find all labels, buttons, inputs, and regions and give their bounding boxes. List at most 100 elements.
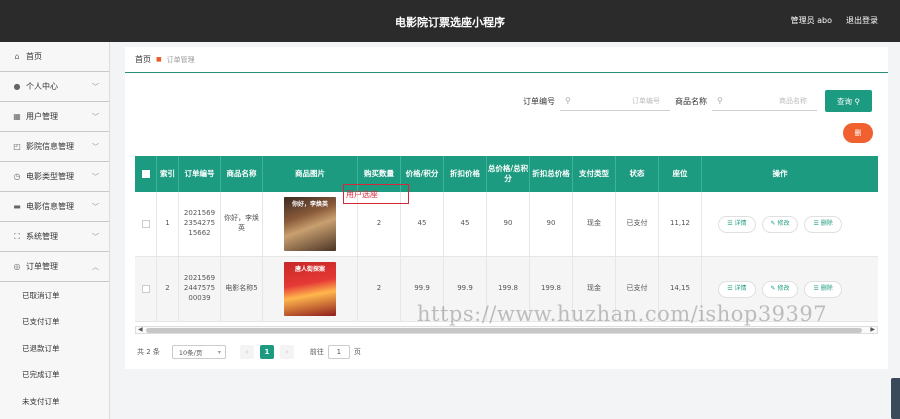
sidebar-item-home[interactable]: ⌂ 首页 [0, 42, 109, 72]
table-row: 1 2021569235427515662 你好，李焕英 你好，李焕英 2 45… [135, 192, 878, 257]
th-total: 总价格/总积分 [487, 156, 530, 192]
product-name-input[interactable]: ⚲ 商品名称 [712, 91, 817, 111]
delete-icon: ☰ [813, 219, 819, 227]
home-icon: ⌂ [14, 52, 20, 61]
sidebar-item-movie-info[interactable]: ▬ 电影信息管理 ﹀ [0, 192, 109, 222]
edit-button[interactable]: ✎ 修改 [761, 280, 799, 298]
row-checkbox[interactable] [135, 257, 157, 321]
prev-page-button[interactable]: ‹ [239, 345, 254, 359]
th-actions: 操作 [772, 168, 788, 178]
delete-icon: ☰ [813, 284, 819, 292]
chevron-up-icon: ︿ [92, 262, 99, 271]
sidebar-subitem-refunded[interactable]: 已退款订单 [0, 335, 109, 362]
cell-qty: 2 [358, 257, 401, 321]
delete-button[interactable]: ☰ 删除 [804, 215, 842, 233]
cell-image: 唐人街探案 [263, 257, 358, 321]
breadcrumb-current: 订单管理 [166, 55, 195, 64]
detail-button[interactable]: ☰ 详情 [718, 215, 756, 233]
movie-poster-image[interactable]: 你好，李焕英 [284, 197, 336, 251]
total-count: 共 2 条 [137, 348, 160, 356]
breadcrumb-separator-icon: ■ [156, 56, 162, 63]
clock-icon: ◷ [13, 172, 21, 181]
order-no-input[interactable]: ⚲ 订单编号 [560, 91, 670, 111]
query-button[interactable]: 查询 ⚲ [825, 90, 872, 112]
breadcrumb-home[interactable]: 首页 [135, 54, 151, 65]
table-header: 索引 订单编号 商品名称 商品图片 购买数量 价格/积分 折扣价格 总价格/总积… [135, 156, 878, 192]
sidebar-item-cinema[interactable]: ◰ 影院信息管理 ﹀ [0, 132, 109, 162]
detail-icon: ☰ [727, 284, 733, 292]
cell-product: 你好，李焕英 [221, 192, 263, 256]
th-product: 商品名称 [221, 156, 263, 192]
sidebar-item-profile[interactable]: ● 个人中心 ﹀ [0, 72, 109, 102]
select-all-checkbox[interactable] [135, 156, 157, 192]
goto-page-input[interactable]: 1 [327, 345, 350, 359]
app-title: 电影院订票选座小程序 [395, 16, 505, 29]
chevron-down-icon: ﹀ [92, 172, 99, 181]
scroll-left-arrow-icon[interactable]: ◀ [138, 326, 143, 333]
cell-total: 90 [487, 192, 530, 256]
search-row: 订单编号 ⚲ 订单编号 商品名称 ⚲ 商品名称 查询 ⚲ [125, 90, 888, 112]
scrollbar-thumb[interactable] [146, 328, 862, 333]
cell-actions: ☰ 详情 ✎ 修改 ☰ 删除 [702, 192, 858, 256]
orders-table: 索引 订单编号 商品名称 商品图片 购买数量 价格/积分 折扣价格 总价格/总积… [135, 156, 878, 322]
detail-icon: ☰ [727, 219, 733, 227]
order-icon: ◎ [13, 262, 21, 271]
chevron-down-icon: ﹀ [92, 142, 99, 151]
breadcrumb: 首页 ■ 订单管理 [125, 47, 888, 73]
edit-icon: ✎ [770, 284, 776, 292]
sidebar-item-movie-type[interactable]: ◷ 电影类型管理 ﹀ [0, 162, 109, 192]
batch-delete-button[interactable]: 删 [843, 123, 873, 143]
cell-index: 2 [157, 257, 179, 321]
chevron-down-icon: ▾ [217, 348, 221, 356]
cell-discount-total: 90 [530, 192, 573, 256]
next-page-button[interactable]: › [279, 345, 294, 359]
user-icon: ● [13, 82, 21, 91]
detail-button[interactable]: ☰ 详情 [718, 280, 756, 298]
logout-button[interactable]: 退出登录 [846, 15, 878, 26]
th-pay-type: 支付类型 [573, 156, 616, 192]
cell-seat: 11,12 [659, 192, 702, 256]
edge-tab[interactable] [891, 378, 900, 419]
delete-button[interactable]: ☰ 删除 [804, 280, 842, 298]
cell-pay-type: 现金 [573, 192, 616, 256]
row-checkbox[interactable] [135, 192, 157, 256]
sidebar: ⌂ 首页 ● 个人中心 ﹀ ▦ 用户管理 ﹀ ◰ 影院信息管理 ﹀ ◷ 电影类型管理 ﹀ ▬ 电影信… [0, 42, 110, 419]
admin-user: 管理员 abo [790, 16, 832, 25]
sidebar-item-system[interactable]: ⛶ 系统管理 ﹀ [0, 222, 109, 252]
chevron-down-icon: ﹀ [92, 202, 99, 211]
cinema-icon: ◰ [13, 142, 21, 151]
sidebar-subitem-unpaid[interactable]: 未支付订单 [0, 388, 109, 415]
sidebar-item-orders[interactable]: ◎ 订单管理 ︿ [0, 252, 109, 282]
monitor-icon: ▬ [13, 202, 21, 211]
settings-icon: ⛶ [14, 231, 20, 241]
users-icon: ▦ [13, 112, 21, 121]
page-size-select[interactable]: 10条/页 ▾ [171, 345, 226, 359]
horizontal-scrollbar[interactable]: ◀ ▶ [135, 326, 878, 334]
chevron-down-icon: ﹀ [92, 232, 99, 241]
cell-order-no: 2021569235427515662 [179, 192, 221, 256]
seat-selection-annotation: 用户选座 [343, 184, 409, 204]
movie-poster-image[interactable]: 唐人街探案 [284, 262, 336, 316]
goto-label: 前往 [309, 348, 324, 356]
cell-discount: 45 [444, 192, 487, 256]
cell-product: 电影名称5 [221, 257, 263, 321]
top-bar: 电影院订票选座小程序 管理员 abo 退出登录 [0, 0, 900, 42]
cell-index: 1 [157, 192, 179, 256]
watermark: https://www.huzhan.com/ishop39397 [417, 302, 828, 326]
th-status: 状态 [616, 156, 659, 192]
th-index: 索引 [157, 156, 179, 192]
cell-order-no: 2021569244757500039 [179, 257, 221, 321]
product-name-label: 商品名称 [675, 97, 707, 106]
order-no-label: 订单编号 [523, 97, 555, 106]
sidebar-item-users[interactable]: ▦ 用户管理 ﹀ [0, 102, 109, 132]
th-order-no: 订单编号 [179, 156, 221, 192]
page-number[interactable]: 1 [259, 345, 274, 359]
sidebar-subitem-paid[interactable]: 已支付订单 [0, 309, 109, 336]
edit-button[interactable]: ✎ 修改 [761, 215, 799, 233]
scroll-right-arrow-icon[interactable]: ▶ [870, 326, 875, 333]
sidebar-subitem-cancelled[interactable]: 已取消订单 [0, 282, 109, 309]
search-icon: ⚲ [854, 96, 860, 106]
sidebar-subitem-completed[interactable]: 已完成订单 [0, 362, 109, 389]
th-discount: 折扣价格 [444, 156, 487, 192]
th-discount-total: 折扣总价格 [530, 156, 573, 192]
